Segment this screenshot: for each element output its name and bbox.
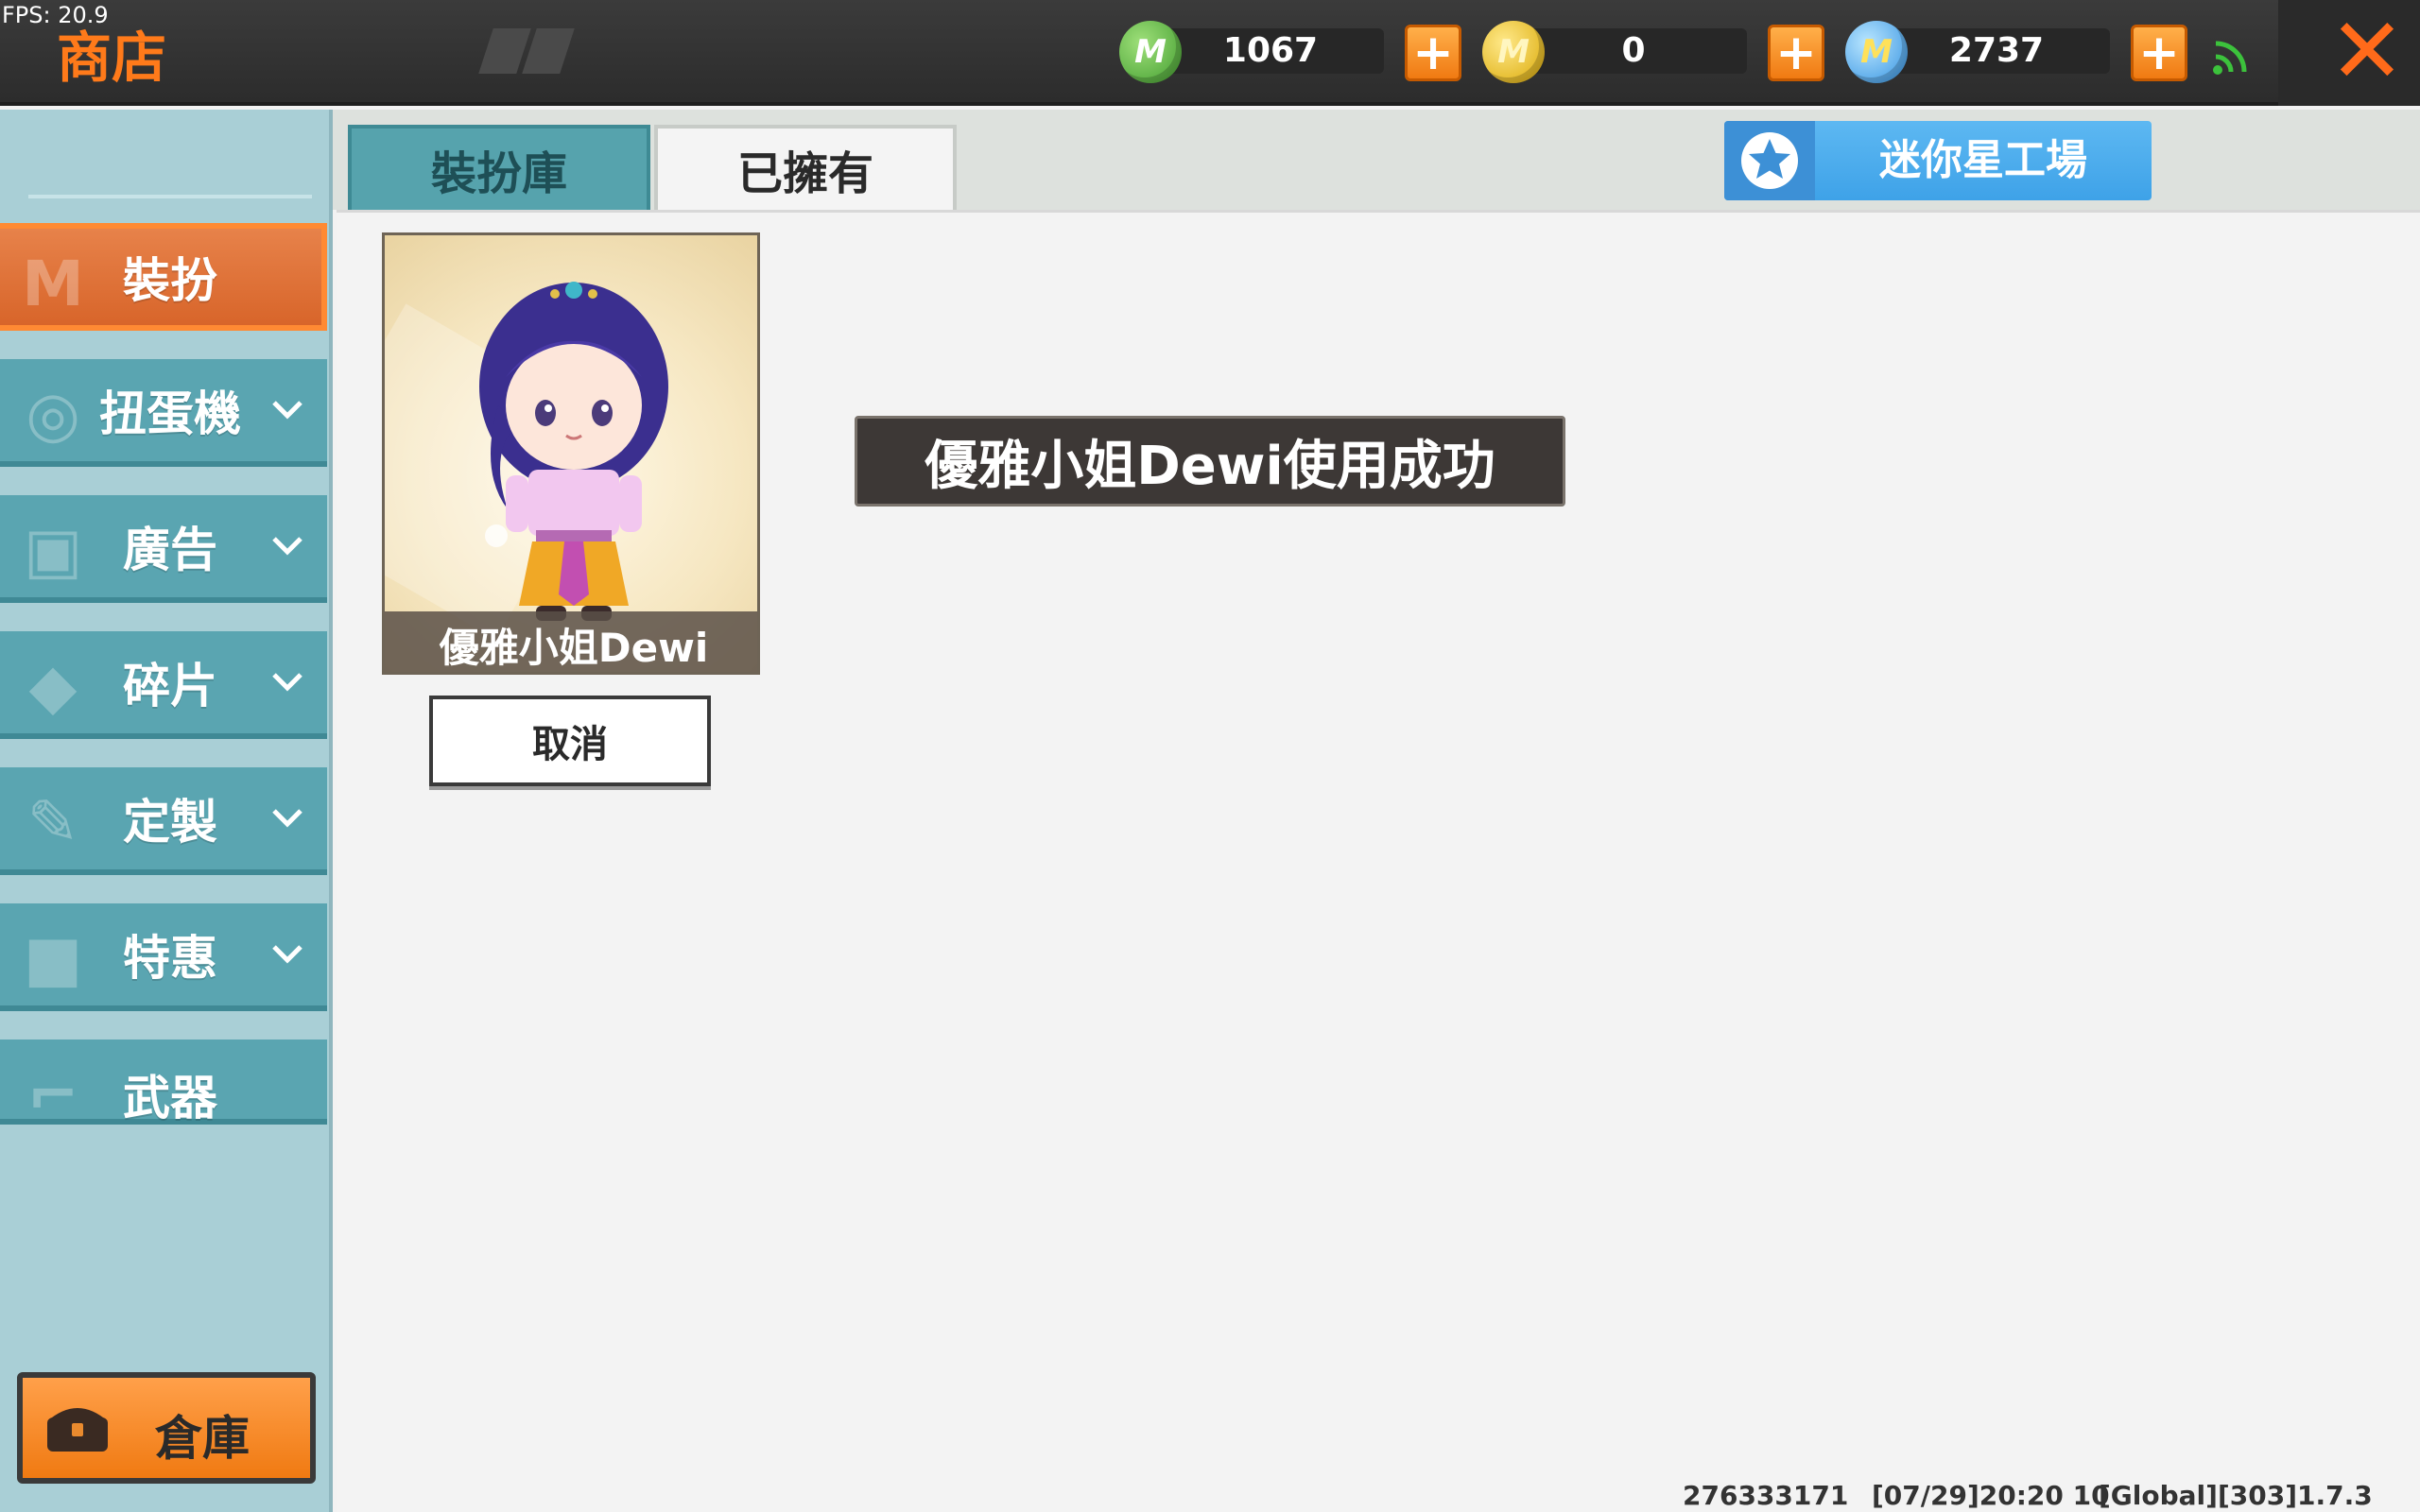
gacha-icon: ◎ xyxy=(26,377,80,451)
costume-card[interactable]: 優雅小姐Dewi xyxy=(382,232,760,675)
toast-message: 優雅小姐Dewi使用成功 xyxy=(855,416,1565,507)
blue-m-coin-icon: M xyxy=(1845,21,1908,83)
workshop-label: 迷你星工場 xyxy=(1879,136,2087,184)
sidebar-item-label: 武器 xyxy=(123,1071,217,1125)
add-green-gems-button[interactable]: + xyxy=(1405,25,1461,81)
chevron-down-icon xyxy=(272,537,302,556)
sidebar-item-costume[interactable]: M 裝扮 xyxy=(0,223,327,331)
star-icon xyxy=(1741,132,1798,189)
add-gold-coins-button[interactable]: + xyxy=(1768,25,1824,81)
shirt-icon: M xyxy=(22,247,84,320)
workshop-icon-box xyxy=(1724,121,1815,200)
workshop-button[interactable]: 迷你星工場 xyxy=(1724,121,2152,200)
currency-value: 0 xyxy=(1621,31,1646,70)
sidebar-item-fragments[interactable]: ◆ 碎片 xyxy=(0,631,327,739)
tab-costume-library[interactable]: 裝扮庫 xyxy=(348,125,650,210)
sidebar-item-label: 廣告 xyxy=(123,523,217,577)
top-bar: 商店 1067 M + 0 M + 2737 M + xyxy=(0,0,2420,106)
sidebar-item-deals[interactable]: ■ 特惠 xyxy=(0,903,327,1011)
chest-icon xyxy=(47,1408,108,1452)
chevron-down-icon xyxy=(272,401,302,420)
storage-label: 倉庫 xyxy=(155,1411,250,1466)
sidebar-item-weapons[interactable]: ⌐ 武器 xyxy=(0,1040,327,1131)
divider xyxy=(28,195,312,198)
chevron-down-icon xyxy=(272,809,302,828)
fragment-icon: ◆ xyxy=(28,649,78,723)
gun-icon: ⌐ xyxy=(26,1057,79,1131)
tab-owned[interactable]: 已擁有 xyxy=(654,125,957,210)
pencil-icon: ✎ xyxy=(26,785,79,859)
box-icon: ■ xyxy=(23,921,83,995)
decoration-stripe xyxy=(522,28,575,74)
fps-counter: FPS: 20.9 xyxy=(2,2,109,28)
green-m-gem-icon: M xyxy=(1119,21,1182,83)
storage-button[interactable]: 倉庫 xyxy=(17,1372,316,1484)
signal-icon xyxy=(2213,41,2247,75)
footer-timestamp: [07/29]20:20 10 xyxy=(1872,1480,2110,1511)
sidebar-item-label: 特惠 xyxy=(123,931,217,986)
sidebar-item-label: 扭蛋機 xyxy=(99,387,241,441)
add-blue-coins-button[interactable]: + xyxy=(2131,25,2187,81)
chevron-down-icon xyxy=(272,945,302,964)
sidebar-item-ads[interactable]: ▣ 廣告 xyxy=(0,495,327,603)
sidebar-item-label: 定製 xyxy=(123,795,217,850)
costume-name: 優雅小姐Dewi xyxy=(385,611,757,672)
cancel-button[interactable]: 取消 xyxy=(429,696,711,786)
sidebar-item-label: 裝扮 xyxy=(123,253,217,308)
gift-icon: ▣ xyxy=(23,513,83,587)
sidebar-item-custom[interactable]: ✎ 定製 xyxy=(0,767,327,875)
sidebar-item-label: 碎片 xyxy=(123,659,217,713)
footer-version: [Global][303]1.7.3 xyxy=(2099,1480,2373,1511)
gold-m-coin-icon: M xyxy=(1482,21,1545,83)
close-icon[interactable]: ✕ xyxy=(2325,6,2409,96)
footer-uid: 276333171 xyxy=(1683,1480,1849,1511)
sidebar-item-gacha[interactable]: ◎ 扭蛋機 xyxy=(0,359,327,467)
currency-value: 2737 xyxy=(1948,31,2045,70)
currency-value: 1067 xyxy=(1222,31,1319,70)
chevron-down-icon xyxy=(272,673,302,692)
avatar-image xyxy=(479,282,668,621)
